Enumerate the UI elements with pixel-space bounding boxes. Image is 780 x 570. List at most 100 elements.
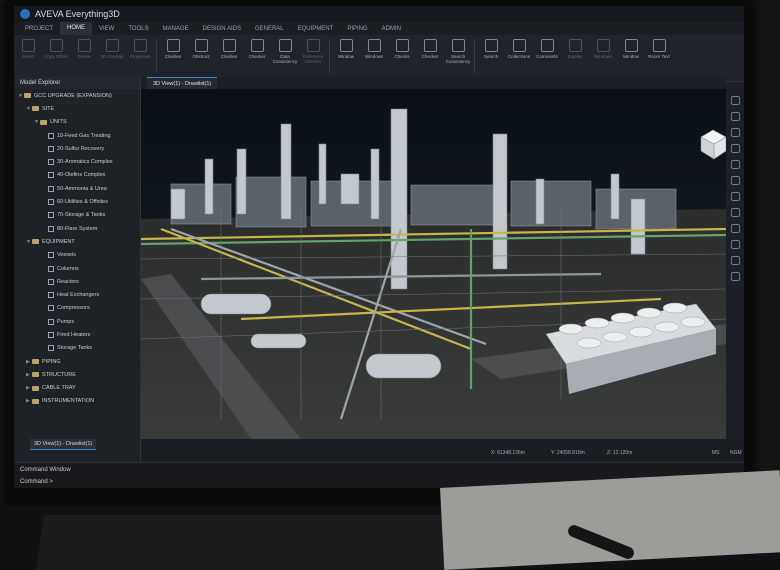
tree-node[interactable]: Reactors: [14, 275, 140, 288]
command-input[interactable]: Command >: [20, 479, 53, 485]
menu-equipment[interactable]: EQUIPMENT: [291, 26, 341, 32]
tree-node[interactable]: 30-Aromatics Complex: [14, 155, 140, 168]
tree-node-label: 10-Feed Gas Treating: [57, 132, 111, 139]
tree-node[interactable]: ▶ INSTRUMENTATION: [14, 395, 140, 408]
viewport-tool-icon[interactable]: [730, 160, 740, 169]
ribbon-button-label: Window: [622, 54, 639, 59]
tree-node[interactable]: Pumps: [14, 315, 140, 328]
viewport-tool-icon[interactable]: [730, 96, 740, 105]
ribbon-button-clashes[interactable]: Clashes: [216, 39, 242, 59]
tree-node[interactable]: Heat Exchangers: [14, 288, 140, 301]
tree-node[interactable]: 80-Flare System: [14, 222, 140, 235]
tree-node[interactable]: 10-Feed Gas Treating: [14, 129, 140, 142]
item-icon: [48, 225, 54, 232]
tree-node[interactable]: 40-Olefins Complex: [14, 169, 140, 182]
viewport-tool-icon[interactable]: [730, 112, 740, 121]
item-icon: [48, 145, 54, 152]
menu-manage[interactable]: MANAGE: [156, 26, 196, 32]
ribbon-button-obstruct[interactable]: Obstruct: [188, 39, 214, 59]
viewport-tool-icon[interactable]: [730, 256, 740, 265]
ribbon-button-properties[interactable]: Properties: [127, 39, 153, 59]
viewport-tool-icon[interactable]: [730, 176, 740, 185]
ribbon-button-checker[interactable]: Checker: [244, 39, 270, 59]
tree-node[interactable]: ▶ CABLE TRAY: [14, 382, 140, 395]
tree-node[interactable]: ▶ PIPING: [14, 355, 140, 368]
tree-node[interactable]: 60-Utilities & Offsites: [14, 195, 140, 208]
ribbon-button-label: Comments: [536, 54, 558, 59]
menu-admin[interactable]: ADMIN: [375, 26, 408, 32]
ribbon-button-reference-checker[interactable]: Reference Checker: [300, 39, 326, 64]
ribbon-button-search[interactable]: Search: [478, 39, 504, 59]
coord-y: Y: 24058.810m: [551, 450, 585, 456]
tree-node[interactable]: 70-Storage & Tanks: [14, 209, 140, 222]
viewport-tool-icon[interactable]: [730, 272, 740, 281]
viewport-tool-icon[interactable]: [730, 224, 740, 233]
ribbon-button-display[interactable]: Display: [562, 39, 588, 59]
model-explorer-panel: Model Explorer ▼ GCC UPGRADE (EXPANSION) ▼…: [14, 77, 141, 462]
viewport-tool-icon[interactable]: [730, 208, 740, 217]
tree-node-label: Vessels: [57, 252, 76, 259]
menu-tools[interactable]: TOOLS: [121, 26, 155, 32]
tree-node[interactable]: Columns: [14, 262, 140, 275]
ribbon-button-select[interactable]: Select: [15, 39, 41, 59]
tree-node[interactable]: Vessels: [14, 249, 140, 262]
coord-z: Z: 12.120m: [607, 450, 633, 456]
ribbon-button-search-consistency[interactable]: Search Consistency: [445, 39, 471, 64]
3d-viewport[interactable]: [141, 89, 726, 439]
ribbon-button-data-consistency[interactable]: Data Consistency: [272, 39, 298, 64]
viewport-tool-icon[interactable]: [730, 128, 740, 137]
ribbon-button-clashes[interactable]: Clashes: [160, 39, 186, 59]
ribbon-tool-icon: [596, 39, 610, 52]
tree-node-label: 30-Aromatics Complex: [57, 159, 113, 166]
menu-design-aids[interactable]: DESIGN AIDS: [196, 26, 248, 32]
ribbon-button-label: Checker: [248, 54, 266, 59]
menu-piping[interactable]: PIPING: [340, 26, 374, 32]
app-title: AVEVA Everything3D: [35, 9, 120, 19]
menu-project[interactable]: PROJECT: [18, 26, 60, 32]
tree-node[interactable]: Fired Heaters: [14, 328, 140, 341]
viewport-tool-icon[interactable]: [730, 144, 740, 153]
menu-home[interactable]: HOME: [60, 22, 93, 35]
ribbon-button-copy-offset[interactable]: Copy Offset: [43, 39, 69, 59]
tree-node[interactable]: ▼ UNITS: [14, 116, 140, 129]
tree-node[interactable]: ▼ EQUIPMENT: [14, 235, 140, 248]
viewport-toolstrip: [726, 89, 744, 439]
menu-view[interactable]: VIEW: [92, 26, 121, 32]
viewport-tool-icon[interactable]: [730, 240, 740, 249]
tree-node[interactable]: Compressors: [14, 302, 140, 315]
tree-node[interactable]: 20-Sulfur Recovery: [14, 142, 140, 155]
units-indicator: MS: [712, 450, 720, 456]
ribbon-button-comments[interactable]: Comments: [534, 39, 560, 59]
ribbon-button-checks[interactable]: Checks: [389, 39, 415, 59]
tree-node[interactable]: ▼ GCC UPGRADE (EXPANSION): [14, 89, 140, 102]
viewport-tool-icon[interactable]: [730, 192, 740, 201]
menu-general[interactable]: GENERAL: [248, 26, 291, 32]
ribbon-button-window[interactable]: Window: [333, 39, 359, 59]
item-icon: [48, 318, 54, 325]
ribbon-button-label: Clashes: [164, 54, 182, 59]
item-icon: [48, 345, 54, 352]
model-explorer-title: Model Explorer: [14, 77, 140, 89]
ribbon-button-windows[interactable]: Windows: [361, 39, 387, 59]
ribbon-button-windows[interactable]: Windows: [590, 39, 616, 59]
tree-node[interactable]: 50-Ammonia & Urea: [14, 182, 140, 195]
ribbon-tool-icon: [652, 39, 666, 52]
ribbon-button-label: 3D Overlap: [100, 54, 124, 59]
ribbon-tool-icon: [512, 39, 526, 52]
ribbon-button-room-text[interactable]: Room Text: [646, 39, 672, 59]
tree-node[interactable]: ▶ STRUCTURE: [14, 368, 140, 381]
ribbon-button-label: Room Text: [648, 54, 670, 59]
tree-node[interactable]: ▼ SITE: [14, 102, 140, 115]
ribbon-button-collections[interactable]: Collections: [506, 39, 532, 59]
tree-node-label: INSTRUMENTATION: [42, 398, 95, 405]
ribbon-button-3d-overlap[interactable]: 3D Overlap: [99, 39, 125, 59]
item-icon: [48, 199, 54, 206]
bottom-view-tab[interactable]: 3D View(1) - Drawlist(1): [30, 439, 97, 450]
ribbon-button-delete[interactable]: Delete: [71, 39, 97, 59]
ribbon-button-label: Reference Checker: [302, 54, 324, 64]
ribbon-button-label: Checker: [421, 54, 439, 59]
tree-node[interactable]: Storage Tanks: [14, 342, 140, 355]
ribbon-button-checker[interactable]: Checker: [417, 39, 443, 59]
ribbon-toolbar: Select Copy Offset Delete 3D Overlap Propert…: [14, 35, 744, 82]
ribbon-button-window[interactable]: Window: [618, 39, 644, 59]
